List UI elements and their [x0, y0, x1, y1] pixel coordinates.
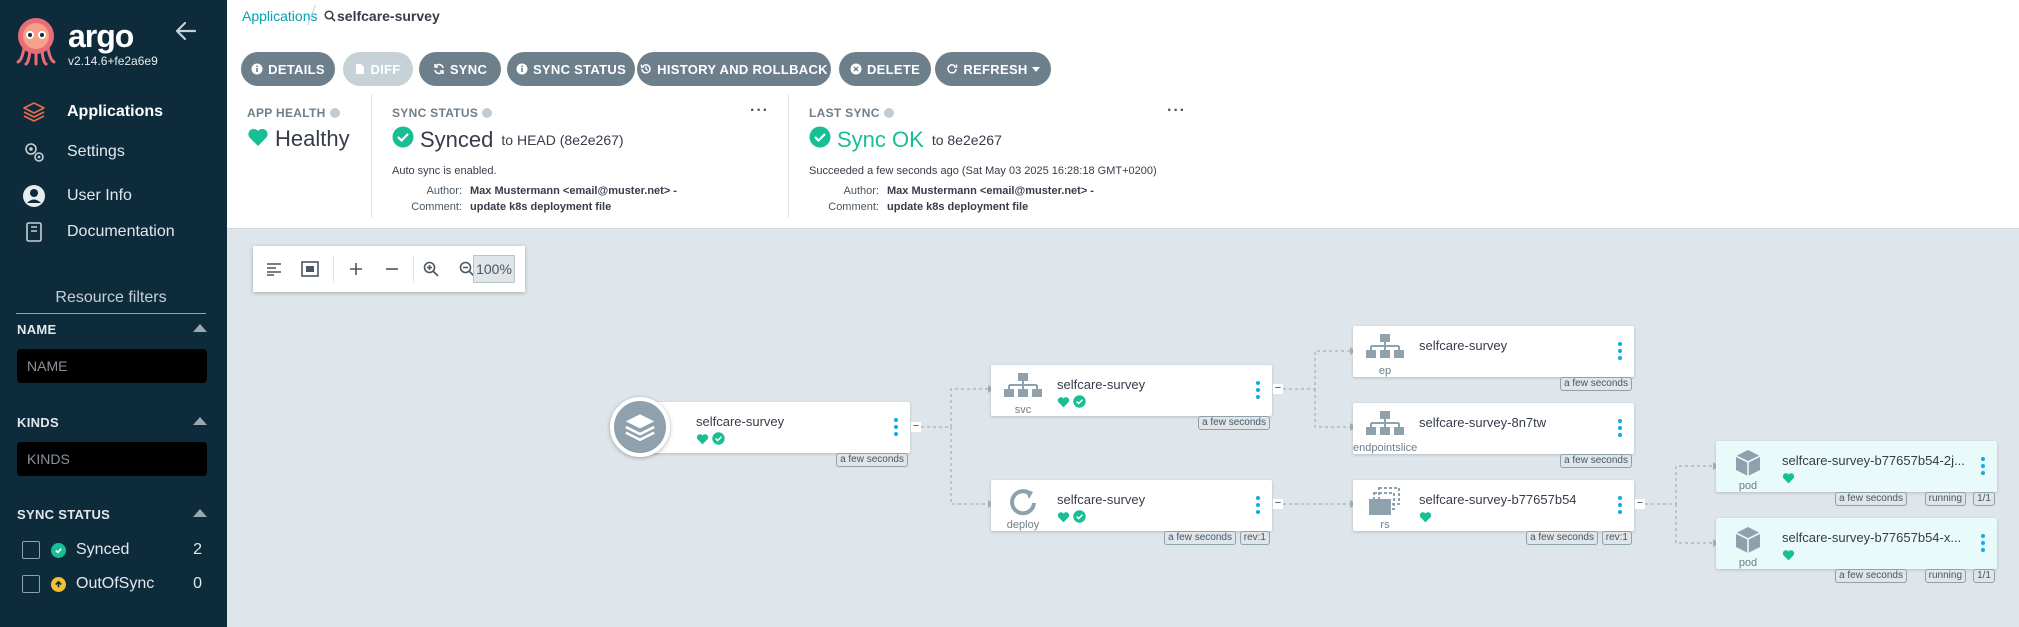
pod-node-1-menu-icon[interactable]	[1981, 457, 1985, 478]
rs-node[interactable]: rs selfcare-survey-b77657b54 a few secon…	[1353, 480, 1634, 545]
deploy-node-age: a few seconds	[1164, 531, 1236, 545]
pod-node-2-name: selfcare-survey-b77657b54-x...	[1782, 530, 1962, 545]
ep-node-menu-icon[interactable]	[1618, 342, 1622, 363]
rs-node-age: a few seconds	[1526, 531, 1598, 545]
rs-node-kind: rs	[1380, 519, 1390, 531]
heart-icon	[696, 432, 709, 450]
replicaset-icon	[1363, 485, 1407, 519]
pod-node-2-age: a few seconds	[1835, 569, 1907, 583]
app-node-menu-icon[interactable]	[894, 418, 898, 439]
pod-node-2-ready: 1/1	[1973, 569, 1995, 583]
check-circle-icon	[712, 432, 725, 450]
deploy-rotate-icon	[1001, 485, 1045, 519]
pod-node-2[interactable]: pod selfcare-survey-b77657b54-x... a few…	[1716, 518, 1997, 583]
app-node-name: selfcare-survey	[696, 414, 785, 429]
deploy-node-collapse-icon[interactable]: −	[1273, 498, 1283, 509]
app-node[interactable]: selfcare-survey a few seconds	[640, 402, 910, 467]
deploy-node-kind: deploy	[1006, 519, 1040, 531]
svc-node-collapse-icon[interactable]: −	[1273, 383, 1283, 394]
deploy-node-menu-icon[interactable]	[1256, 496, 1260, 517]
svc-node[interactable]: svc selfcare-survey a few seconds	[991, 365, 1272, 430]
ep-node[interactable]: ep selfcare-survey a few seconds	[1353, 326, 1634, 391]
svc-node-kind: svc	[1014, 404, 1032, 416]
deploy-node[interactable]: deploy selfcare-survey a few seconds rev…	[991, 480, 1272, 545]
heart-icon	[1782, 471, 1795, 489]
deploy-node-rev: rev:1	[1239, 531, 1270, 545]
check-circle-icon	[1073, 395, 1086, 413]
pod-node-2-menu-icon[interactable]	[1981, 534, 1985, 555]
svc-node-name: selfcare-survey	[1057, 377, 1146, 392]
rs-node-menu-icon[interactable]	[1618, 496, 1622, 517]
app-node-collapse-icon[interactable]: −	[911, 421, 921, 432]
pod-node-1-ready: 1/1	[1973, 492, 1995, 506]
pod-node-1-state: running	[1924, 492, 1966, 506]
network-tree-icon	[1001, 370, 1045, 404]
pod-node-1-name: selfcare-survey-b77657b54-2j...	[1782, 453, 1964, 468]
endpointslice-node-age: a few seconds	[1560, 454, 1632, 468]
pod-node-1[interactable]: pod selfcare-survey-b77657b54-2j... a fe…	[1716, 441, 1997, 506]
deploy-node-name: selfcare-survey	[1057, 492, 1146, 507]
network-tree-icon	[1363, 408, 1407, 442]
cube-icon	[1726, 523, 1770, 557]
ep-node-kind: ep	[1378, 365, 1392, 377]
check-circle-icon	[1073, 510, 1086, 528]
pod-node-2-state: running	[1924, 569, 1966, 583]
ep-node-name: selfcare-survey	[1419, 338, 1508, 353]
heart-icon	[1419, 510, 1432, 528]
heart-icon	[1782, 548, 1795, 566]
cube-icon	[1726, 446, 1770, 480]
endpointslice-node-kind: endpointslice	[1353, 442, 1418, 454]
pod-node-2-kind: pod	[1738, 557, 1758, 569]
app-node-age: a few seconds	[836, 453, 908, 467]
rs-node-name: selfcare-survey-b77657b54	[1419, 492, 1577, 507]
app-layers-icon	[610, 397, 670, 457]
network-tree-icon	[1363, 331, 1407, 365]
heart-icon	[1057, 395, 1070, 413]
rs-node-rev: rev:1	[1601, 531, 1632, 545]
ep-node-age: a few seconds	[1560, 377, 1632, 391]
pod-node-1-kind: pod	[1738, 480, 1758, 492]
endpointslice-node[interactable]: endpointslice selfcare-survey-8n7tw a fe…	[1353, 403, 1634, 468]
endpointslice-node-menu-icon[interactable]	[1618, 419, 1622, 440]
endpointslice-node-name: selfcare-survey-8n7tw	[1419, 415, 1547, 430]
svc-node-menu-icon[interactable]	[1256, 381, 1260, 402]
svc-node-age: a few seconds	[1198, 416, 1270, 430]
heart-icon	[1057, 510, 1070, 528]
pod-node-1-age: a few seconds	[1835, 492, 1907, 506]
rs-node-collapse-icon[interactable]: −	[1635, 498, 1645, 509]
